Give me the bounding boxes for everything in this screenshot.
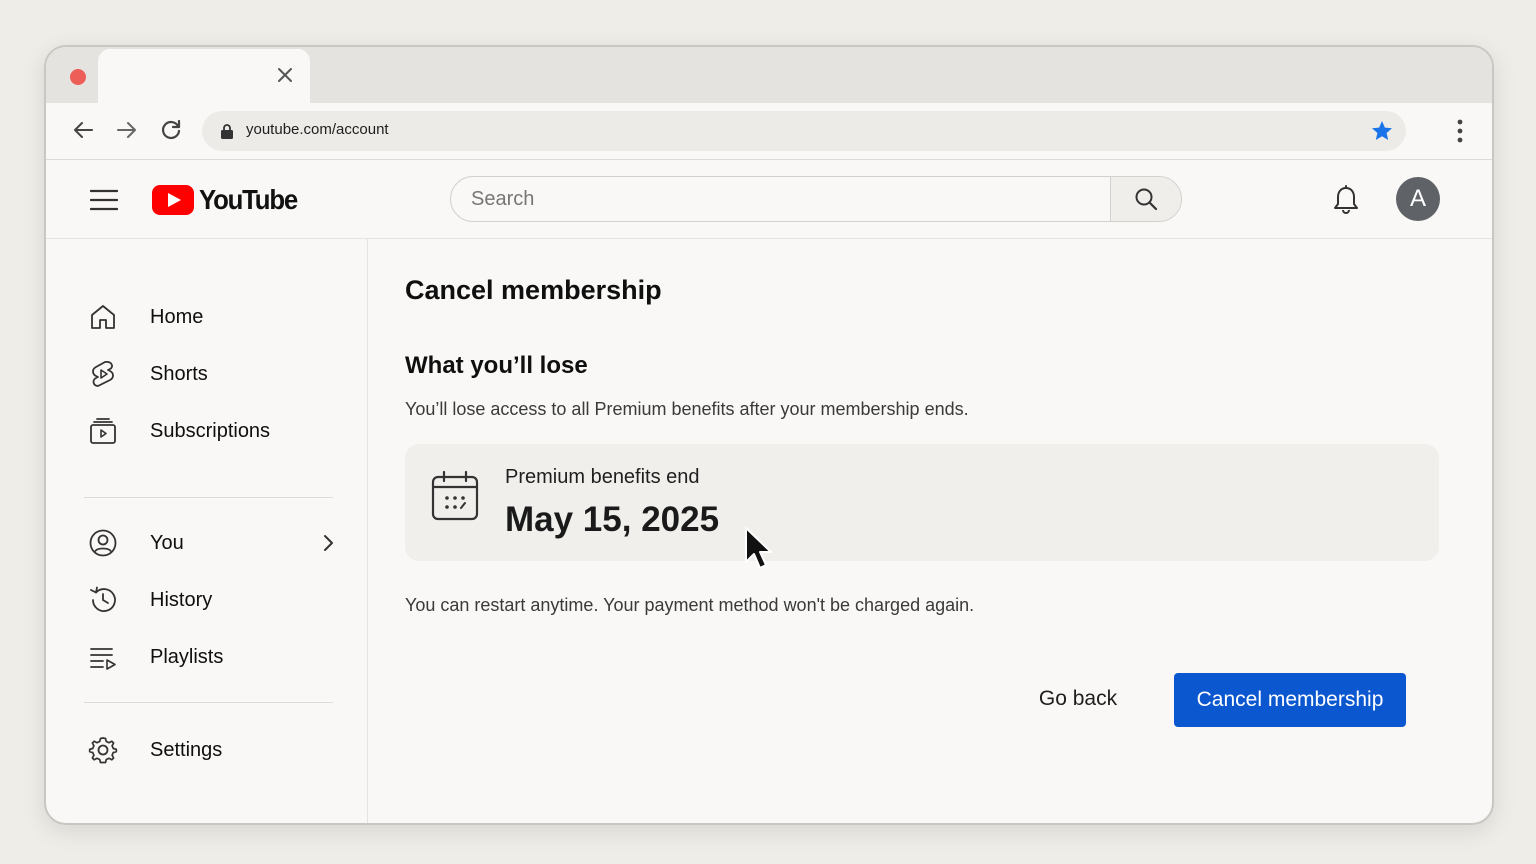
browser-toolbar: youtube.com/account [46,103,1492,160]
gear-icon [88,737,118,764]
account-circle-icon [89,529,117,557]
calendar-icon [431,470,479,521]
sidebar-item-subscriptions[interactable]: Subscriptions [86,409,336,453]
page-title: Cancel membership [405,275,662,305]
main-content: Cancel membership What you’ll lose You’l… [368,239,1492,823]
sidebar: Home Shorts Subscriptions You History Pl… [46,239,368,823]
forward-icon[interactable] [114,117,140,143]
section-description: You’ll lose access to all Premium benefi… [405,399,969,419]
youtube-wordmark: YouTube [199,184,298,215]
search-input[interactable] [451,177,1111,221]
sidebar-item-label: Home [150,306,204,328]
sidebar-item-playlists[interactable]: Playlists [86,635,336,679]
bookmark-star-icon[interactable] [1370,119,1394,143]
restart-note: You can restart anytime. Your payment me… [405,595,975,615]
sidebar-item-settings[interactable]: Settings [86,728,336,772]
section-title: What you’ll lose [405,352,588,379]
history-icon [90,586,116,612]
search-box [450,176,1182,222]
benefits-end-label: Premium benefits end [505,466,700,488]
playlists-icon [90,648,116,670]
sidebar-item-label: Subscriptions [150,420,271,442]
notifications-bell-icon[interactable] [1332,185,1360,215]
close-window-button[interactable] [70,69,86,85]
sidebar-item-home[interactable]: Home [86,295,336,339]
back-icon[interactable] [70,117,96,143]
sidebar-item-label: You [150,532,184,554]
sidebar-item-you[interactable]: You [86,521,336,565]
home-icon [91,305,115,329]
youtube-header: YouTube A [46,160,1492,239]
sidebar-item-label: Playlists [150,646,224,668]
avatar[interactable]: A [1396,177,1440,221]
lock-icon [221,124,233,139]
search-icon [1135,188,1158,211]
address-bar[interactable]: youtube.com/account [202,111,1406,151]
divider [84,702,333,703]
youtube-play-icon [152,185,194,215]
browser-tab[interactable] [98,49,310,103]
mouse-cursor-icon [745,527,772,569]
subscriptions-icon [90,418,116,444]
go-back-button[interactable]: Go back [1024,673,1132,725]
sidebar-item-history[interactable]: History [86,578,336,622]
benefits-end-date: May 15, 2025 [505,500,720,539]
menu-icon[interactable] [90,189,118,211]
benefits-end-card: Premium benefits end May 15, 2025 [405,444,1439,561]
sidebar-item-label: Shorts [150,363,208,385]
cancel-membership-button[interactable]: Cancel membership [1174,673,1406,727]
browser-window: youtube.com/account YouTube Search A Hom… [44,45,1494,825]
reload-icon[interactable] [158,117,184,143]
sidebar-item-label: Settings [150,739,223,761]
shorts-icon [92,361,114,387]
divider [84,497,333,498]
chevron-right-icon [324,535,333,551]
url-text: youtube.com/account [246,121,389,138]
sidebar-item-label: History [150,589,213,611]
search-button[interactable] [1110,177,1181,221]
tab-bar [46,47,1492,103]
browser-menu-icon[interactable] [1456,117,1464,145]
youtube-logo[interactable]: YouTube [152,184,306,216]
close-tab-icon[interactable] [274,64,296,86]
sidebar-item-shorts[interactable]: Shorts [86,352,336,396]
